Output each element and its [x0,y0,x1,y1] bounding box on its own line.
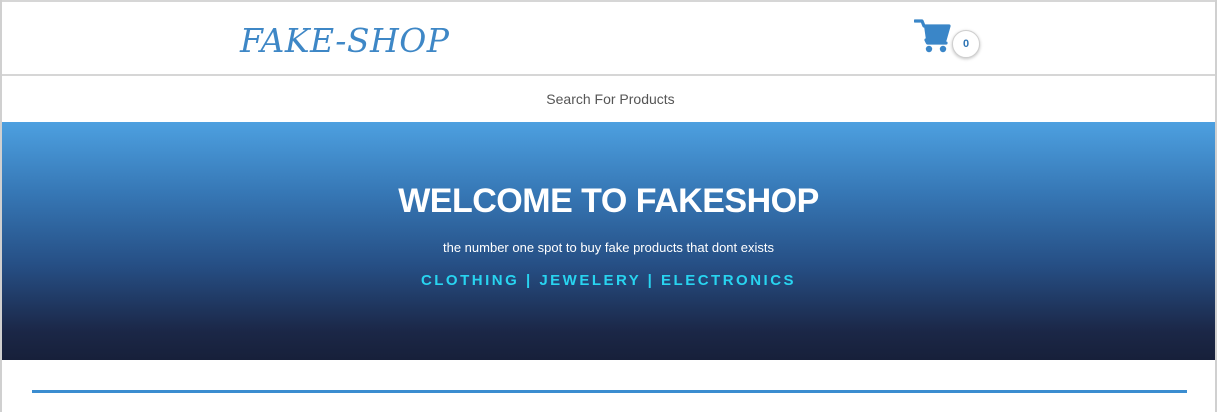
search-bar [2,76,1217,122]
site-header: FAKE-SHOP 0 [2,0,1215,76]
cart-count-badge: 0 [952,30,980,58]
hero-title: WELCOME TO FAKESHOP [398,182,819,220]
site-logo[interactable]: FAKE-SHOP [240,24,450,57]
cart-button[interactable]: 0 [914,18,986,62]
category-link-electronics[interactable]: ELECTRONICS [661,272,796,289]
hero-banner: WELCOME TO FAKESHOP the number one spot … [2,122,1215,360]
category-separator: | [647,272,655,289]
page: FAKE-SHOP 0 WELCOME TO FAKESHOP the numb… [0,0,1217,412]
category-separator: | [525,272,533,289]
shopping-cart-icon [914,19,951,53]
search-input[interactable] [2,80,1217,118]
section-divider [32,390,1187,393]
category-link-jewelery[interactable]: JEWELERY [539,272,641,289]
category-links: CLOTHING | JEWELERY | ELECTRONICS [2,272,1215,289]
hero-subtitle: the number one spot to buy fake products… [443,240,774,255]
category-link-clothing[interactable]: CLOTHING [421,272,519,289]
